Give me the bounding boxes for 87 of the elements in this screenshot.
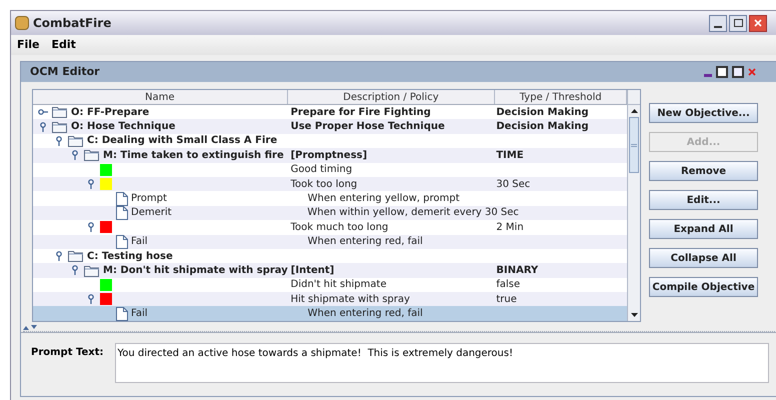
restore-icon[interactable] [716,66,728,78]
node-name: C: Testing hose [87,250,173,264]
close-icon [754,19,762,27]
node-name: M: Time taken to extinguish fire [103,148,284,163]
description-cell: Took too long [290,178,358,190]
threshold-cell: true [496,294,517,305]
threshold-cell: 30 Sec [496,178,530,190]
threshold-cell: Decision Making [496,106,589,118]
tree-row[interactable]: M: Time taken to extinguish fire [Promptness] TIME [33,148,627,163]
frame-title: OCM Editor [30,64,100,80]
folder-icon [84,149,100,162]
description-cell: Didn't hit shipmate [290,279,386,290]
description-cell: When entering yellow, prompt [308,193,460,204]
description-cell: Hit shipmate with spray [290,294,410,305]
threshold-cell: TIME [496,150,524,161]
description-cell: Good timing [290,164,352,176]
action-button[interactable]: Edit... [649,190,758,210]
node-name: O: FF-Prepare [71,106,150,120]
window-title: CombatFire [33,15,112,32]
document-icon [116,206,128,220]
expanded-handle-icon[interactable] [88,179,94,190]
tree-row[interactable]: O: FF-Prepare Prepare for Fire Fighting Decision Making [33,105,627,120]
scroll-thumb[interactable] [629,117,639,173]
tree-row[interactable]: Took too long 30 Sec [33,176,627,192]
expanded-handle-icon[interactable] [88,222,94,232]
document-icon [116,192,128,206]
minimize-icon[interactable] [704,74,712,76]
tree-row[interactable]: Good timing [33,162,627,177]
node-name: C: Dealing with Small Class A Fire [87,134,278,148]
node-name: M: Don't hit shipmate with spray [103,264,288,278]
node-name: Demerit [131,206,172,220]
scrollbar[interactable] [627,90,640,321]
threshold-cell: 2 Min [496,222,524,233]
prompt-label: Prompt Text: [31,346,104,360]
tree-row[interactable]: M: Don't hit shipmate with spray [Intent] BINARY [33,263,627,278]
tree-row[interactable]: Demerit When within yellow, demerit every 30 Sec [33,206,627,220]
description-cell: [Intent] [290,265,334,276]
menu-item[interactable]: File [17,36,40,54]
tree-row[interactable]: Didn't hit shipmate false [33,278,627,292]
tree-row[interactable]: O: Hose Technique Use Proper Hose Technique Decision Making [33,119,627,134]
expanded-handle-icon[interactable] [56,251,62,262]
document-icon [116,234,128,249]
node-name: Prompt [131,192,167,206]
action-button[interactable]: Collapse All [649,248,758,268]
tree-row[interactable]: Fail When entering red, fail [33,306,627,321]
scroll-down-icon[interactable] [630,313,638,317]
close-button[interactable] [749,14,767,32]
threshold-cell: BINARY [496,265,538,276]
description-cell: When entering red, fail [308,236,423,248]
expanded-handle-icon[interactable] [40,122,46,132]
expanded-handle-icon[interactable] [88,294,94,304]
folder-icon [52,106,68,118]
action-button[interactable]: Remove [649,161,758,181]
prompt-text-area[interactable]: You directed an active hose towards a shipmate! This is extremely dangerous! [115,343,769,383]
threshold-cell: Decision Making [496,121,589,132]
action-button[interactable]: Compile Objective [649,277,758,297]
column-header[interactable]: Name [33,90,288,104]
expanded-handle-icon[interactable] [56,136,62,146]
folder-icon [68,250,84,262]
menu-item[interactable]: Edit [52,36,76,54]
maximize-icon[interactable] [732,66,744,78]
node-name: O: Hose Technique [71,120,176,134]
expanded-handle-icon[interactable] [72,150,78,160]
scroll-up-icon[interactable] [630,109,638,113]
action-button[interactable]: Expand All [649,219,758,239]
action-button[interactable]: New Objective... [649,103,758,123]
description-cell: [Promptness] [290,150,368,161]
node-name: Fail [131,235,148,250]
column-header[interactable]: Description / Policy [288,90,496,104]
collapsed-handle-icon[interactable] [38,109,48,116]
minimize-button[interactable] [709,14,727,32]
description-cell: Prepare for Fire Fighting [290,106,431,118]
description-cell: When within yellow, demerit every 30 Sec [307,207,519,218]
description-cell: Use Proper Hose Technique [290,121,445,132]
folder-icon [84,264,100,276]
threshold-cell: false [496,279,520,290]
tree-row[interactable]: Fail When entering red, fail [33,234,627,249]
expanded-handle-icon[interactable] [72,265,78,276]
app-icon [15,16,29,30]
folder-icon [68,134,84,147]
description-cell: When entering red, fail [308,308,423,320]
description-cell: Took much too long [290,222,388,233]
maximize-button[interactable] [729,14,747,32]
folder-icon [52,120,68,133]
split-arrows-icon[interactable] [23,325,37,330]
node-name: Fail [131,307,148,321]
tree-row[interactable]: Hit shipmate with spray true [33,292,627,306]
